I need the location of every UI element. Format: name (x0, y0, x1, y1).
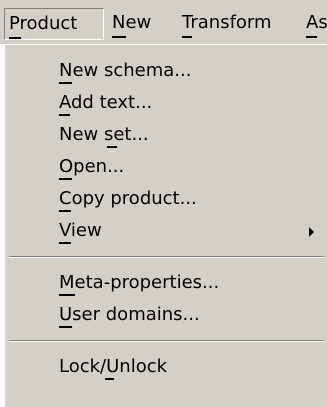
mnemonic-underline (59, 178, 72, 180)
menu-separator (9, 340, 324, 342)
mnemonic-underline (59, 114, 70, 116)
menu-item-label: New set... (59, 124, 149, 145)
menu-item-label: Open... (59, 156, 125, 177)
mnemonic-underline (306, 36, 317, 38)
menu-item-label: Meta-properties... (59, 272, 220, 293)
mnemonic-underline (182, 36, 192, 38)
product-dropdown-menu: New schema... Add text... New set... Ope… (4, 44, 327, 407)
menu-item-view[interactable]: View (5, 213, 327, 251)
submenu-arrow-icon (309, 227, 314, 237)
mnemonic-underline (107, 146, 117, 148)
menu-as[interactable]: As (302, 8, 327, 40)
menu-item-label: Add text... (59, 92, 153, 113)
menu-item-label: New schema... (59, 60, 192, 81)
menu-transform-label: Transform (182, 12, 272, 33)
mnemonic-underline (59, 294, 75, 296)
mnemonic-underline (59, 242, 71, 244)
menu-item-label: User domains... (59, 304, 200, 325)
menu-product[interactable]: Product (4, 8, 104, 40)
mnemonic-underline (105, 378, 114, 380)
mnemonic-underline (59, 326, 72, 328)
menu-item-user-domains[interactable]: User domains... (5, 297, 327, 335)
mnemonic-underline (112, 36, 126, 38)
mnemonic-underline (59, 82, 72, 84)
menu-new-label: New (112, 12, 152, 33)
menu-item-lock-unlock[interactable]: Lock/Unlock (5, 349, 327, 387)
menu-transform[interactable]: Transform (178, 8, 294, 40)
menu-separator (9, 256, 324, 258)
menu-item-label: Lock/Unlock (59, 356, 168, 377)
menu-as-label: As (306, 12, 327, 33)
menu-item-label: Copy product... (59, 188, 197, 209)
menu-bar: Product New Transform As (0, 0, 327, 44)
menu-item-label: View (59, 220, 102, 241)
mnemonic-underline (59, 210, 71, 212)
menu-product-label: Product (9, 13, 78, 34)
application-window: Product New Transform As New schema... A… (0, 0, 327, 407)
mnemonic-underline (9, 37, 21, 39)
menu-new[interactable]: New (108, 8, 168, 40)
